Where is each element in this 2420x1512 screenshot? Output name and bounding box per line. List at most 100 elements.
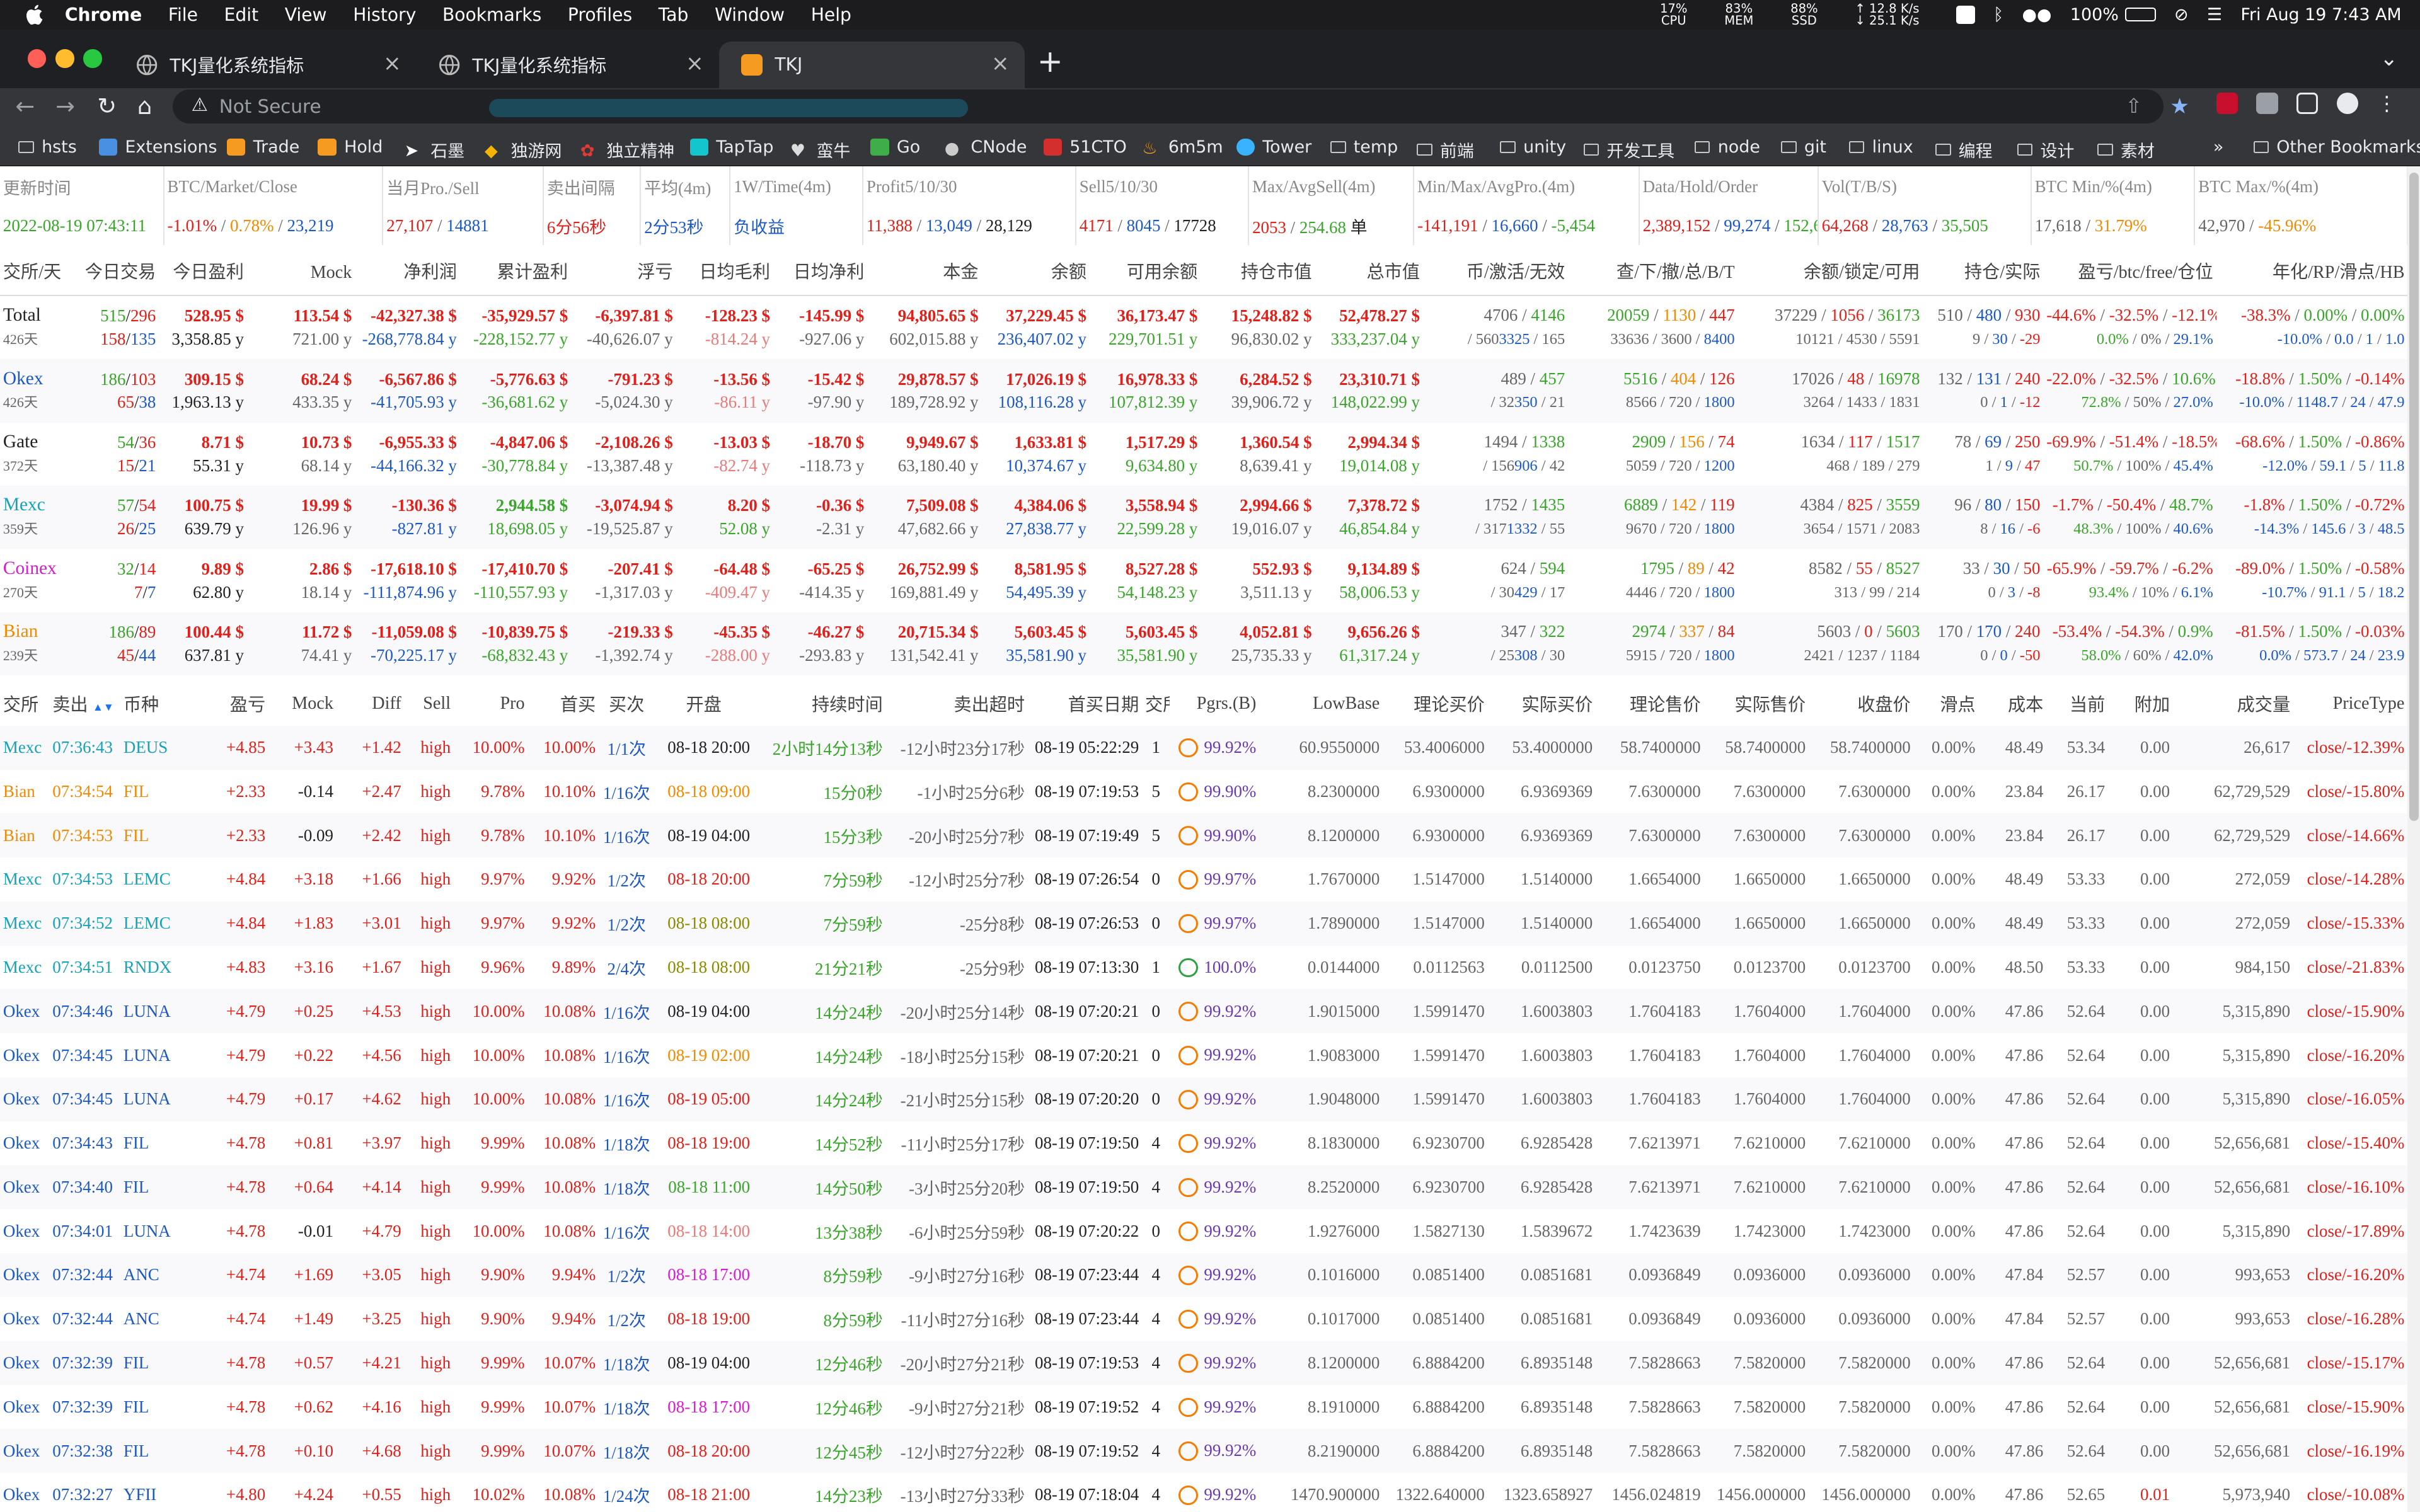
bal-value: 17026 (1791, 369, 1835, 388)
profit-5: 11,388 (866, 216, 913, 236)
coins-value: / (1475, 520, 1484, 538)
window-close-button[interactable] (28, 49, 47, 68)
trade-col-22: 0.00% (1914, 946, 1979, 990)
trade-col-1: 07:34:53 (49, 813, 120, 858)
forward-arrow-icon[interactable]: → (55, 93, 75, 120)
tab-1[interactable]: TKJ量化系统指标 × (114, 42, 417, 88)
tab-3-active[interactable]: TKJ × (719, 42, 1025, 88)
menu-edit[interactable]: Edit (224, 4, 259, 25)
bluetooth-icon[interactable]: ᛒ (1993, 5, 2003, 25)
cpu-stat[interactable]: 17% CPU (1660, 2, 1706, 27)
close-icon[interactable]: × (383, 51, 401, 76)
share-icon[interactable]: ⇧ (2126, 94, 2143, 118)
window-zoom-button[interactable] (83, 49, 102, 68)
bookmark-hsts[interactable]: hsts (18, 137, 77, 157)
bookmark-frontend[interactable]: 前端 (1417, 137, 1474, 162)
menu-file[interactable]: File (168, 4, 198, 25)
battery-percent[interactable]: 100% (2070, 5, 2119, 25)
back-arrow-icon[interactable]: ← (15, 93, 35, 120)
kebab-menu-icon[interactable]: ⋮ (2377, 93, 2397, 114)
bookmark-tower[interactable]: Tower (1236, 137, 1311, 157)
page-scrollbar[interactable] (2407, 166, 2420, 1512)
bookmark-git[interactable]: git (1781, 137, 1826, 157)
trade-col-25: 0.00 (2108, 946, 2173, 990)
tab-search-chevron-icon[interactable]: ⌄ (2380, 46, 2398, 71)
trade-col-26: 62,729,529 (2173, 813, 2294, 858)
control-center-icon[interactable]: ☰ (2207, 5, 2222, 25)
bal-cell: 8582 / 55 / 8527 313 / 99 / 214 (1737, 549, 1923, 612)
bookmark-dulijingshen[interactable]: ✿ 独立精神 (580, 137, 674, 162)
bookmark-go[interactable]: Go (870, 137, 920, 157)
menu-help[interactable]: Help (811, 4, 851, 25)
bookmark-duyouwang[interactable]: ◆ 独游网 (485, 137, 562, 162)
network-stat[interactable]: ↑ 12.8 K/s ↓ 25.1 K/s (1855, 2, 1937, 27)
menu-tab[interactable]: Tab (659, 4, 689, 25)
bookmark-manniu[interactable]: ♥ 蛮牛 (790, 137, 850, 162)
bookmark-51cto[interactable]: 51CTO (1043, 137, 1127, 157)
trade-col-3: +4.83 (182, 946, 268, 990)
new-tab-button[interactable]: + (1037, 43, 1063, 79)
trade-coin: LEMC (123, 869, 171, 889)
bookmark-6m5m[interactable]: ♨ 6m5m (1142, 137, 1223, 158)
trade-price-type: close/-21.83% (2307, 958, 2405, 977)
bookmark-taptap[interactable]: TapTap (689, 137, 773, 157)
bookmark-programming[interactable]: 编程 (1935, 137, 1993, 162)
bookmark-unity[interactable]: unity (1500, 137, 1566, 157)
apple-logo-icon[interactable] (25, 4, 43, 25)
bookmark-node[interactable]: node (1695, 137, 1760, 157)
order-count: 152,637 (1783, 216, 1817, 236)
bookmark-cnode[interactable]: ● CNode (945, 137, 1027, 158)
mem-stat[interactable]: 83% MEM (1724, 2, 1772, 27)
menu-window[interactable]: Window (715, 4, 785, 25)
menubar-datetime[interactable]: Fri Aug 19 7:43 AM (2240, 5, 2401, 25)
pnl-value: 48.7% (2169, 495, 2213, 515)
ssd-stat[interactable]: 88% SSD (1790, 2, 1836, 27)
menu-history[interactable]: History (353, 4, 416, 25)
trade-cell: 48.49 (2005, 738, 2044, 757)
tab-2[interactable]: TKJ量化系统指标 × (417, 42, 719, 88)
home-icon[interactable]: ⌂ (137, 93, 152, 120)
bookmark-temp[interactable]: temp (1330, 137, 1398, 157)
sort-icon[interactable]: ▲▼ (93, 701, 114, 714)
pos-usd: 6,284.52 $ (1240, 369, 1312, 389)
not-secure-label[interactable]: Not Secure (219, 96, 321, 117)
bookmark-shimo[interactable]: ➤ 石墨 (405, 137, 464, 162)
bookmark-trade[interactable]: Trade (227, 137, 299, 157)
bookmark-other[interactable]: Other Bookmarks (2253, 137, 2420, 157)
side-panel-icon[interactable] (2296, 92, 2319, 115)
warning-icon[interactable]: ⚠ (192, 94, 208, 115)
puzzle-icon[interactable] (2256, 92, 2278, 115)
extension-icon[interactable] (2216, 92, 2238, 115)
input-method-icon[interactable] (1956, 5, 1975, 24)
bookmark-assets[interactable]: 素材 (2097, 137, 2155, 162)
mkt-cny: 58,006.53 y (1339, 582, 1420, 602)
address-bar[interactable]: ⚠ Not Secure ⇧ (173, 89, 2164, 123)
bookmark-hold[interactable]: Hold (318, 137, 383, 157)
battery-icon[interactable] (2124, 8, 2156, 22)
menu-profiles[interactable]: Profiles (568, 4, 632, 25)
wifi-off-icon[interactable]: ⊘ (2174, 5, 2189, 25)
window-minimize-button[interactable] (55, 49, 74, 68)
trade-col-5: +3.05 (336, 1253, 405, 1297)
menu-app-chrome[interactable]: Chrome (65, 4, 142, 25)
close-icon[interactable]: × (686, 51, 704, 76)
bookmark-extensions[interactable]: Extensions (98, 137, 217, 157)
scrollbar-thumb[interactable] (2409, 173, 2419, 821)
trade-cell: 6.9369369 (1520, 825, 1593, 845)
trade-sell-timeout: -20小时25分7秒 (909, 827, 1025, 847)
menu-view[interactable]: View (285, 4, 327, 25)
menu-bookmarks[interactable]: Bookmarks (442, 4, 541, 25)
trade-cell: 0.0936000 (1838, 1309, 1911, 1329)
bookmark-design[interactable]: 设计 (2017, 137, 2074, 162)
close-icon[interactable]: × (991, 51, 1010, 76)
trade-duration: 8分59秒 (823, 1267, 883, 1286)
bookmark-linux[interactable]: linux (1848, 137, 1913, 157)
reload-icon[interactable]: ↻ (97, 93, 117, 120)
bookmarks-overflow[interactable]: » (2213, 137, 2223, 157)
avatar[interactable] (2336, 92, 2358, 115)
bookmark-star-icon[interactable]: ★ (2170, 94, 2189, 119)
bookmark-devtools[interactable]: 开发工具 (1583, 137, 1674, 162)
trade-header-cell: Diff (372, 693, 401, 713)
trade-col-22: 0.00% (1914, 857, 1979, 902)
wechat-icon[interactable]: ●● (2022, 5, 2052, 25)
